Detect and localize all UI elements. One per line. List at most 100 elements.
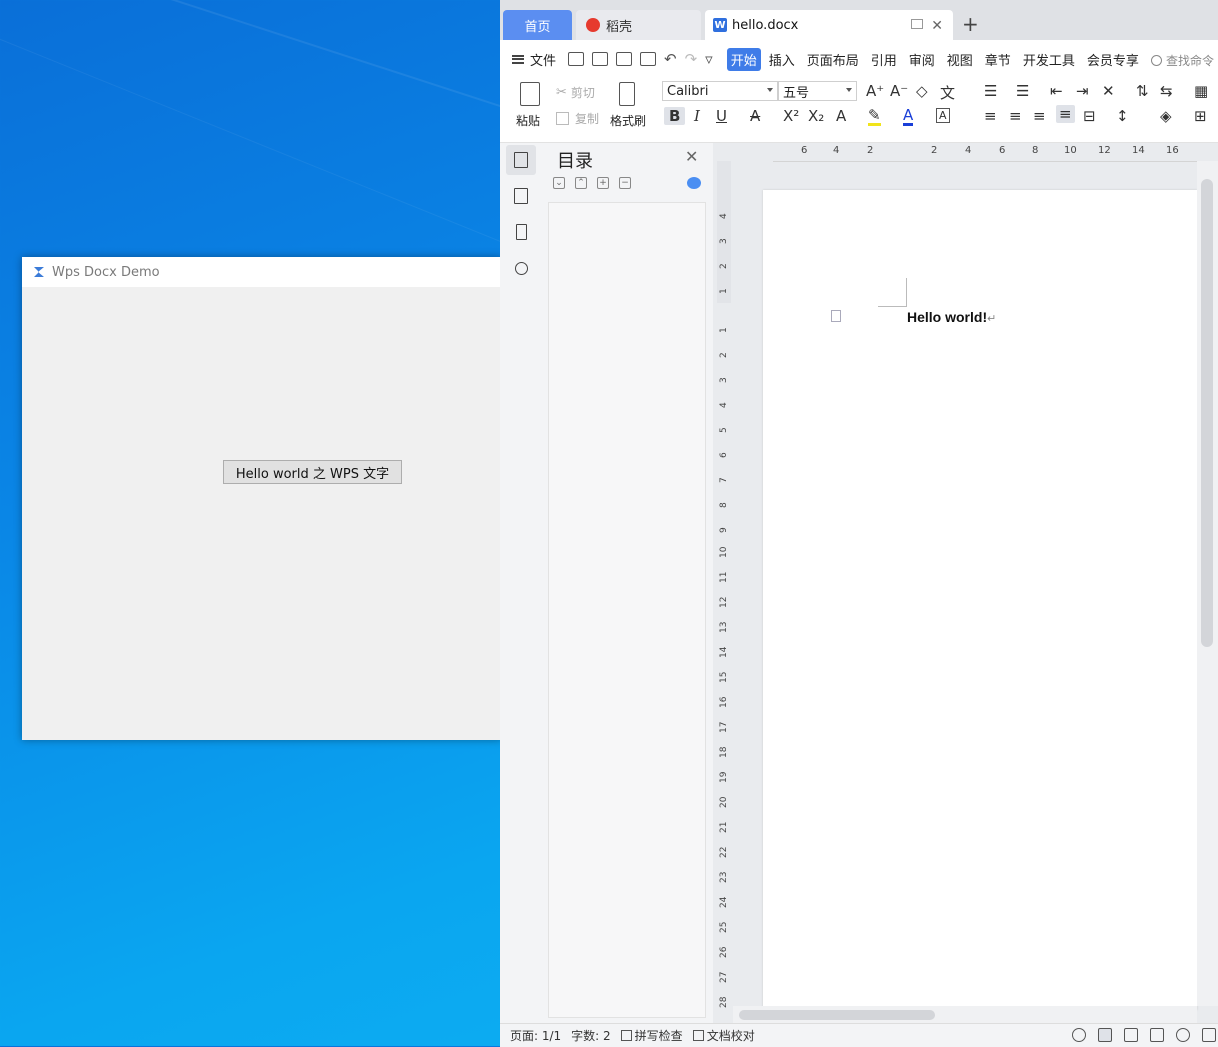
toc-list[interactable] xyxy=(548,202,706,1018)
text-effect-button[interactable]: A xyxy=(836,107,846,125)
tab-member[interactable]: 会员专享 xyxy=(1083,48,1143,71)
smart-toc-icon[interactable] xyxy=(687,177,701,189)
increase-font-icon[interactable]: A⁺ xyxy=(866,82,884,100)
tab-page-layout[interactable]: 页面布局 xyxy=(803,48,863,71)
align-right-icon[interactable]: ≡ xyxy=(1033,107,1046,125)
spell-check-button[interactable]: 拼写检查 xyxy=(620,1027,683,1044)
italic-button[interactable]: I xyxy=(694,107,700,125)
ruler-tick-label: 4 xyxy=(965,145,972,156)
vertical-ruler[interactable]: 4 3 2 1 1 2 3 4 5 6 7 8 9 10 11 12 13 14 15 16 17 18 19 20 21 22 2… xyxy=(713,161,733,1008)
word-count[interactable]: 字数: 2 xyxy=(571,1027,611,1044)
pen-icon[interactable] xyxy=(1202,1028,1216,1042)
export-pdf-icon[interactable] xyxy=(592,52,609,66)
expand-all-icon[interactable]: ⌄ xyxy=(553,177,565,189)
page-view-icon[interactable] xyxy=(1098,1028,1112,1042)
close-icon[interactable]: ✕ xyxy=(685,147,698,166)
hello-world-button[interactable]: Hello world 之 WPS 文字 xyxy=(223,460,402,484)
redo-icon[interactable]: ↷ xyxy=(685,50,698,68)
border-icon[interactable]: ⊞ xyxy=(1194,107,1207,125)
web-view-icon[interactable] xyxy=(1176,1028,1190,1042)
paste-button[interactable]: 粘贴 xyxy=(516,82,540,129)
superscript-button[interactable]: X² xyxy=(783,107,799,125)
eye-protection-icon[interactable] xyxy=(1072,1028,1086,1042)
font-color-icon[interactable]: A xyxy=(903,107,914,126)
ruler-tick-label: 13 xyxy=(719,621,729,633)
tab-start[interactable]: 开始 xyxy=(726,47,761,71)
save-icon[interactable] xyxy=(568,52,585,66)
tab-review[interactable]: 审阅 xyxy=(905,48,939,71)
cut-button[interactable]: ✂ 剪切 xyxy=(556,84,595,101)
tab-section[interactable]: 章节 xyxy=(981,48,1015,71)
font-name-select[interactable]: Calibri xyxy=(662,81,778,101)
doc-check-button[interactable]: 文档校对 xyxy=(692,1027,755,1044)
horizontal-ruler[interactable]: 6 4 2 2 4 6 8 10 12 14 16 xyxy=(773,143,1197,162)
demo-window-title: Wps Docx Demo xyxy=(52,264,160,280)
app-icon xyxy=(34,267,44,277)
document-page[interactable]: Hello world!↵ xyxy=(763,190,1197,1010)
tab-references[interactable]: 引用 xyxy=(867,48,901,71)
bullet-list-icon[interactable]: ☰ xyxy=(984,82,997,100)
distribute-icon[interactable]: ⊟ xyxy=(1083,107,1096,125)
demo-titlebar[interactable]: Wps Docx Demo xyxy=(22,257,502,287)
phonetic-icon[interactable]: 文 xyxy=(940,82,955,103)
print-preview-icon[interactable] xyxy=(640,52,657,66)
ruler-icon[interactable]: ▦ xyxy=(1194,82,1208,100)
document-area: 6 4 2 2 4 6 8 10 12 14 16 4 3 2 1 1 2 3 4 5 6 7 8 9 10 11 12 13 14 1… xyxy=(713,143,1218,1023)
horizontal-scroll-thumb[interactable] xyxy=(739,1010,935,1020)
tab-view[interactable]: 视图 xyxy=(943,48,977,71)
close-icon[interactable]: ✕ xyxy=(931,18,943,34)
align-left-icon[interactable]: ≡ xyxy=(984,107,997,125)
tab-home[interactable]: 首页 xyxy=(503,10,572,40)
remove-heading-icon[interactable]: − xyxy=(619,177,631,189)
bookmark-panel-button[interactable] xyxy=(506,217,536,247)
decrease-font-icon[interactable]: A⁻ xyxy=(890,82,908,100)
reading-view-icon[interactable] xyxy=(1150,1028,1164,1042)
collapse-all-icon[interactable]: ⌃ xyxy=(575,177,587,189)
paragraph-layout-icon[interactable] xyxy=(831,310,841,322)
tab-insert[interactable]: 插入 xyxy=(765,48,799,71)
text-direction-icon[interactable]: ⇆ xyxy=(1160,82,1173,100)
chapter-panel-button[interactable] xyxy=(506,181,536,211)
underline-button[interactable]: U xyxy=(716,107,727,125)
tab-daoke[interactable]: 稻壳 xyxy=(576,10,701,40)
strikethrough-button[interactable]: A xyxy=(750,107,760,125)
bold-button[interactable]: B xyxy=(664,107,686,125)
format-painter-button[interactable]: 格式刷 xyxy=(610,82,646,129)
undo-icon[interactable]: ↶ xyxy=(664,50,677,68)
justify-icon[interactable]: ≡ xyxy=(1056,105,1075,123)
outline-view-icon[interactable] xyxy=(1124,1028,1138,1042)
numbered-list-icon[interactable]: ☰ xyxy=(1016,82,1029,100)
line-spacing-icon[interactable]: ↕ xyxy=(1116,107,1129,125)
bookmark-icon xyxy=(515,224,527,240)
tab-developer[interactable]: 开发工具 xyxy=(1019,48,1079,71)
vertical-scrollbar[interactable] xyxy=(1197,161,1218,1006)
sort-icon[interactable]: ⇅ xyxy=(1136,82,1149,100)
highlight-icon[interactable]: ✎ xyxy=(868,107,881,126)
increase-indent-icon[interactable]: ⇥ xyxy=(1076,82,1089,100)
copy-button[interactable]: 复制 xyxy=(556,110,599,127)
decrease-indent-icon[interactable]: ⇤ xyxy=(1050,82,1063,100)
file-menu[interactable]: 文件 xyxy=(512,50,556,69)
find-panel-button[interactable] xyxy=(506,253,536,283)
char-border-icon[interactable]: A xyxy=(936,108,950,123)
clear-format-icon[interactable]: ◇ xyxy=(916,82,928,100)
new-tab-button[interactable]: + xyxy=(962,12,979,36)
vertical-scroll-thumb[interactable] xyxy=(1201,179,1213,647)
chinese-layout-icon[interactable]: ✕ xyxy=(1102,82,1115,100)
add-heading-icon[interactable]: + xyxy=(597,177,609,189)
shading-icon[interactable]: ◈ xyxy=(1160,107,1172,125)
command-search[interactable]: 查找命令 xyxy=(1150,52,1214,69)
chevron-down-icon[interactable]: ▿ xyxy=(705,50,713,68)
ruler-tick-label: 20 xyxy=(719,796,729,808)
pin-icon[interactable] xyxy=(911,19,923,29)
align-center-icon[interactable]: ≡ xyxy=(1009,107,1022,125)
document-text[interactable]: Hello world!↵ xyxy=(907,309,996,325)
horizontal-scrollbar[interactable] xyxy=(733,1006,1197,1023)
font-size-select[interactable]: 五号 xyxy=(778,81,857,101)
print-icon[interactable] xyxy=(616,52,633,66)
page-indicator[interactable]: 页面: 1/1 xyxy=(510,1027,561,1044)
tab-document[interactable]: W hello.docx ✕ xyxy=(705,10,953,40)
toc-panel-button[interactable] xyxy=(506,145,536,175)
subscript-button[interactable]: X₂ xyxy=(808,107,824,125)
ruler-tick-label: 27 xyxy=(719,971,729,983)
